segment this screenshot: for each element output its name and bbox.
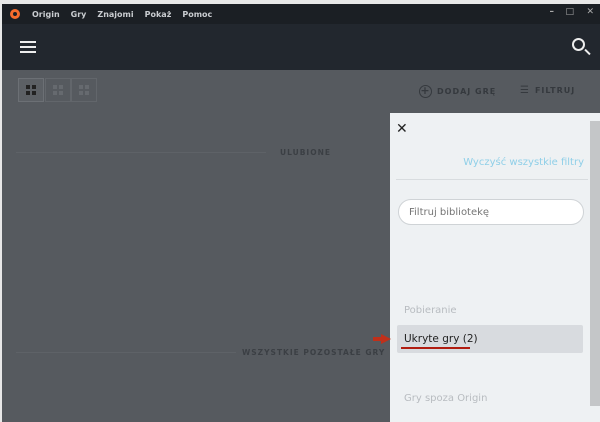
grid-icon xyxy=(53,85,63,95)
maximize-button[interactable]: □ xyxy=(565,7,574,17)
scrollbar[interactable] xyxy=(590,121,600,406)
minimize-button[interactable]: – xyxy=(550,7,555,17)
search-icon[interactable] xyxy=(572,38,585,51)
divider xyxy=(396,179,588,180)
hamburger-menu-icon[interactable] xyxy=(20,41,36,53)
filter-item-hidden-games[interactable]: Ukryte gry (2) xyxy=(373,325,583,353)
menu-znajomi[interactable]: Znajomi xyxy=(97,10,133,19)
filter-panel: ✕ Wyczyść wszystkie filtry Pobieranie Uk… xyxy=(373,113,600,422)
add-game-label: DODAJ GRĘ xyxy=(437,87,497,96)
favorites-heading: ULUBIONE xyxy=(280,148,331,157)
view-large-tiles-button[interactable] xyxy=(71,78,97,102)
grid-icon xyxy=(26,85,36,95)
divider xyxy=(16,352,236,353)
origin-logo-icon xyxy=(10,9,20,19)
filter-label: FILTRUJ xyxy=(534,86,576,95)
add-game-button[interactable]: + DODAJ GRĘ xyxy=(419,85,496,98)
menu-pomoc[interactable]: Pomoc xyxy=(182,10,212,19)
origin-window: Origin Gry Znajomi Pokaż Pomoc – □ ✕ + DO… xyxy=(2,4,600,422)
filter-icon: ☰ xyxy=(520,85,530,96)
clear-filters-link[interactable]: Wyczyść wszystkie filtry xyxy=(463,157,584,168)
hidden-games-label: Ukryte gry (2) xyxy=(404,333,478,345)
menu-gry[interactable]: Gry xyxy=(71,10,87,19)
other-games-heading: WSZYSTKIE POZOSTAŁE GRY xyxy=(242,348,386,357)
filter-item-non-origin-games[interactable]: Gry spoza Origin xyxy=(404,393,487,404)
close-panel-icon[interactable]: ✕ xyxy=(396,121,408,137)
view-medium-tiles-button[interactable] xyxy=(45,78,71,102)
filter-library-input[interactable] xyxy=(398,199,584,225)
menu-origin[interactable]: Origin xyxy=(32,10,60,19)
filter-button[interactable]: ☰ FILTRUJ xyxy=(520,85,575,96)
annotation-underline xyxy=(401,347,470,349)
filter-item-downloading[interactable]: Pobieranie xyxy=(404,305,457,316)
view-small-tiles-button[interactable] xyxy=(18,78,44,102)
close-window-button[interactable]: ✕ xyxy=(586,7,594,17)
grid-icon xyxy=(79,85,89,95)
divider xyxy=(16,152,266,153)
title-bar: Origin Gry Znajomi Pokaż Pomoc – □ ✕ xyxy=(2,4,600,24)
plus-circle-icon: + xyxy=(419,84,432,98)
app-header xyxy=(2,24,600,70)
annotation-arrow-icon xyxy=(373,334,391,344)
menu-pokaz[interactable]: Pokaż xyxy=(145,10,172,19)
